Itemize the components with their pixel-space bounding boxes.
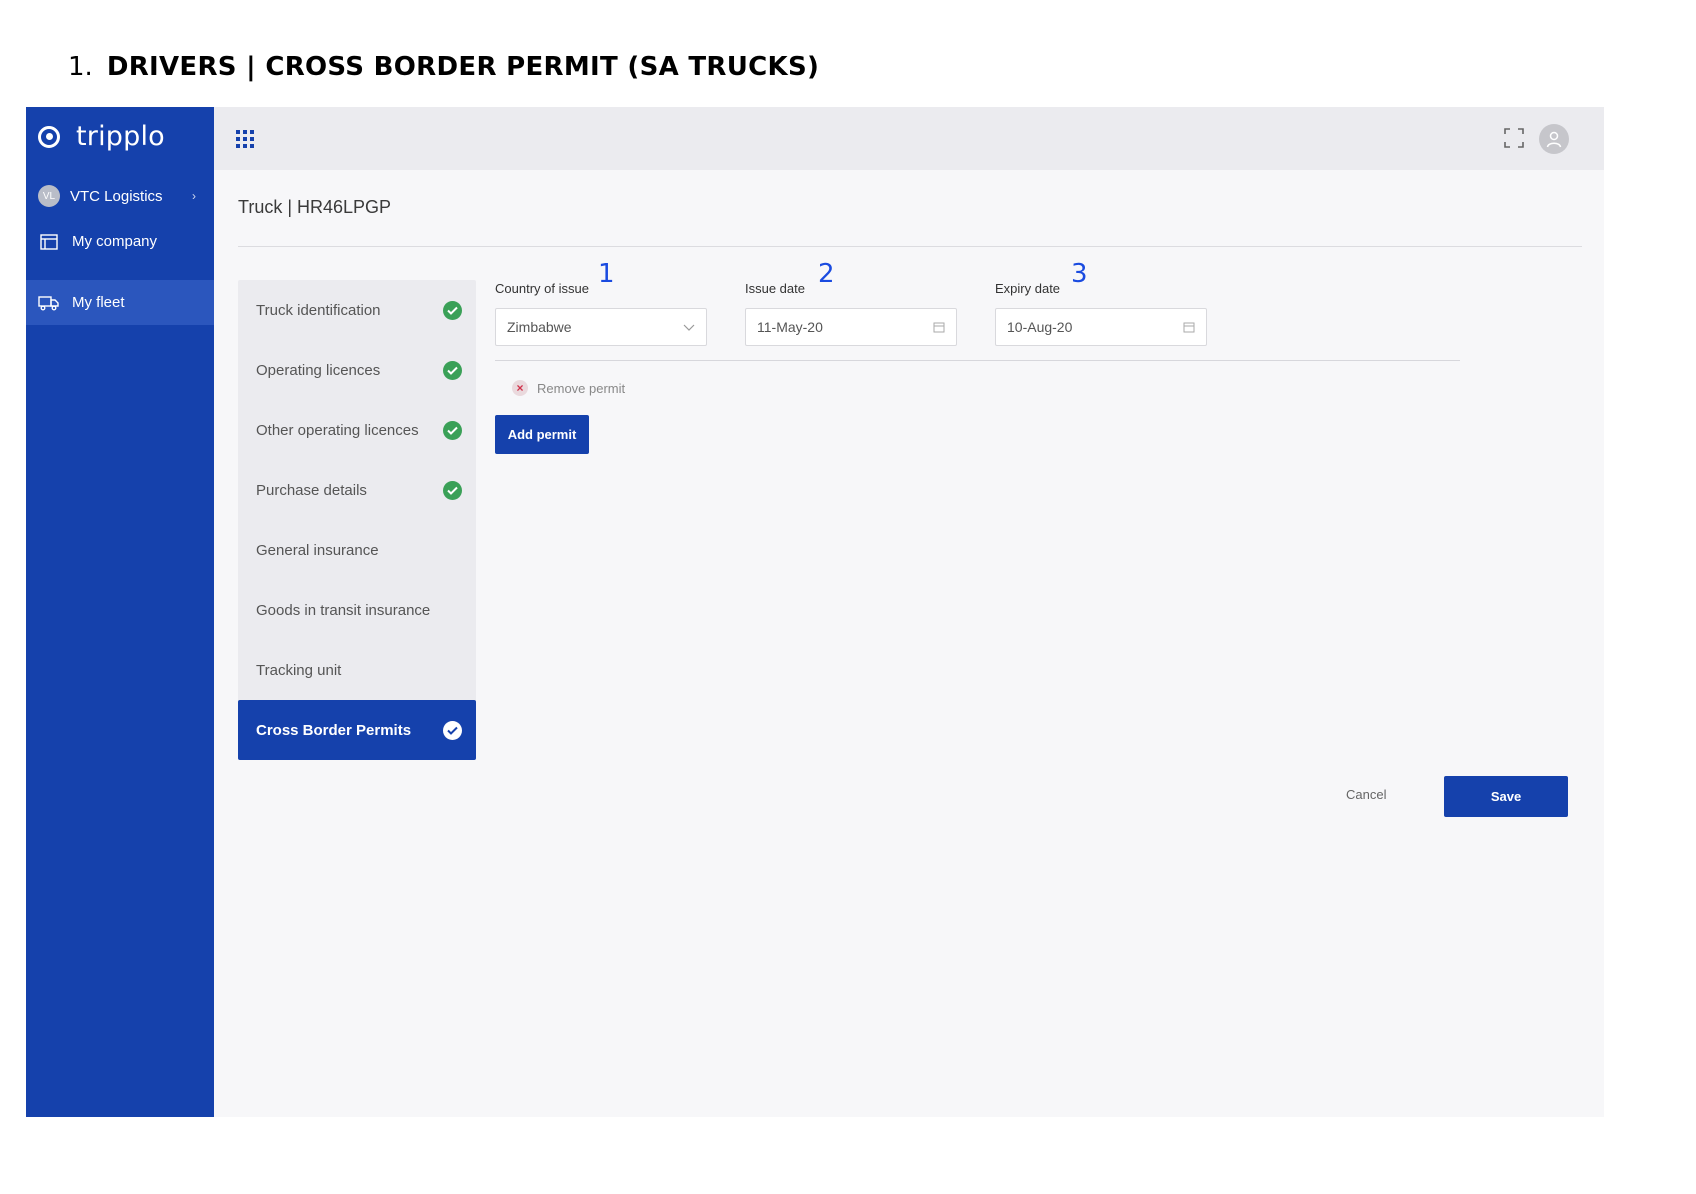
heading-number: 1. bbox=[68, 52, 93, 82]
sidebar-item-my-company[interactable]: My company bbox=[26, 219, 214, 264]
building-icon bbox=[38, 233, 60, 251]
step-list: Truck identification Operating licences … bbox=[238, 280, 476, 760]
fullscreen-icon[interactable] bbox=[1504, 128, 1524, 148]
step-label: Other operating licences bbox=[256, 421, 419, 439]
sidebar: tripplo VL VTC Logistics › My company My… bbox=[26, 107, 214, 1117]
org-switcher[interactable]: VL VTC Logistics › bbox=[38, 185, 208, 207]
step-operating-licences[interactable]: Operating licences bbox=[238, 340, 476, 400]
issue-date-input[interactable]: 11-May-20 bbox=[745, 308, 957, 346]
sidebar-item-label: My company bbox=[72, 233, 158, 250]
step-purchase-details[interactable]: Purchase details bbox=[238, 460, 476, 520]
country-label: Country of issue bbox=[495, 281, 589, 296]
user-avatar-icon[interactable] bbox=[1539, 124, 1569, 154]
cancel-button[interactable]: Cancel bbox=[1346, 787, 1386, 802]
logo[interactable]: tripplo bbox=[38, 121, 165, 152]
issue-date-value: 11-May-20 bbox=[757, 319, 823, 335]
remove-permit-button[interactable]: × Remove permit bbox=[512, 380, 625, 396]
logo-text: tripplo bbox=[76, 121, 165, 152]
calendar-icon[interactable] bbox=[1183, 320, 1195, 336]
calendar-icon[interactable] bbox=[933, 320, 945, 336]
annotation-marker-2: 2 bbox=[818, 259, 835, 289]
logo-mark-icon bbox=[38, 125, 60, 148]
step-other-operating-licences[interactable]: Other operating licences bbox=[238, 400, 476, 460]
check-circle-icon bbox=[443, 301, 462, 320]
page-title: Truck | HR46LPGP bbox=[238, 197, 392, 217]
country-select[interactable]: Zimbabwe bbox=[495, 308, 707, 346]
step-label: Goods in transit insurance bbox=[256, 601, 431, 619]
expiry-date-value: 10-Aug-20 bbox=[1007, 319, 1073, 335]
chevron-down-icon bbox=[683, 320, 695, 336]
apps-grid-icon[interactable] bbox=[236, 130, 254, 148]
check-circle-icon bbox=[443, 481, 462, 500]
topbar bbox=[214, 107, 1604, 170]
issue-date-label: Issue date bbox=[745, 281, 805, 296]
country-value: Zimbabwe bbox=[507, 319, 572, 335]
app-window: tripplo VL VTC Logistics › My company My… bbox=[26, 107, 1604, 1117]
annotation-marker-1: 1 bbox=[598, 259, 615, 289]
expiry-date-label: Expiry date bbox=[995, 281, 1061, 296]
step-label: Operating licences bbox=[256, 361, 381, 379]
step-cross-border-permits[interactable]: Cross Border Permits bbox=[238, 700, 476, 760]
step-tracking-unit[interactable]: Tracking unit bbox=[238, 640, 476, 700]
divider bbox=[238, 246, 1582, 247]
remove-permit-label: Remove permit bbox=[537, 380, 626, 396]
sidebar-item-label: My fleet bbox=[72, 294, 125, 311]
truck-icon bbox=[38, 294, 60, 312]
expiry-date-input[interactable]: 10-Aug-20 bbox=[995, 308, 1207, 346]
step-label: Purchase details bbox=[256, 481, 367, 499]
org-name: VTC Logistics bbox=[70, 187, 163, 205]
heading-text: DRIVERS | CROSS BORDER PERMIT (SA TRUCKS… bbox=[106, 52, 820, 82]
step-truck-identification[interactable]: Truck identification bbox=[238, 280, 476, 340]
check-circle-icon bbox=[443, 361, 462, 380]
add-permit-button[interactable]: Add permit bbox=[495, 415, 589, 454]
step-label: Cross Border Permits bbox=[256, 721, 412, 739]
save-button[interactable]: Save bbox=[1444, 776, 1568, 817]
divider bbox=[495, 360, 1460, 361]
chevron-right-icon: › bbox=[192, 189, 196, 203]
document-heading: 1. DRIVERS | CROSS BORDER PERMIT (SA TRU… bbox=[68, 52, 819, 82]
step-general-insurance[interactable]: General insurance bbox=[238, 520, 476, 580]
close-icon: × bbox=[512, 380, 528, 396]
step-label: Tracking unit bbox=[256, 661, 342, 679]
step-label: Truck identification bbox=[256, 301, 381, 319]
check-circle-icon bbox=[443, 721, 462, 740]
step-label: General insurance bbox=[256, 541, 379, 559]
annotation-marker-3: 3 bbox=[1071, 259, 1088, 289]
org-avatar: VL bbox=[38, 185, 60, 207]
check-circle-icon bbox=[443, 421, 462, 440]
step-goods-in-transit-insurance[interactable]: Goods in transit insurance bbox=[238, 580, 476, 640]
sidebar-item-my-fleet[interactable]: My fleet bbox=[26, 280, 214, 325]
